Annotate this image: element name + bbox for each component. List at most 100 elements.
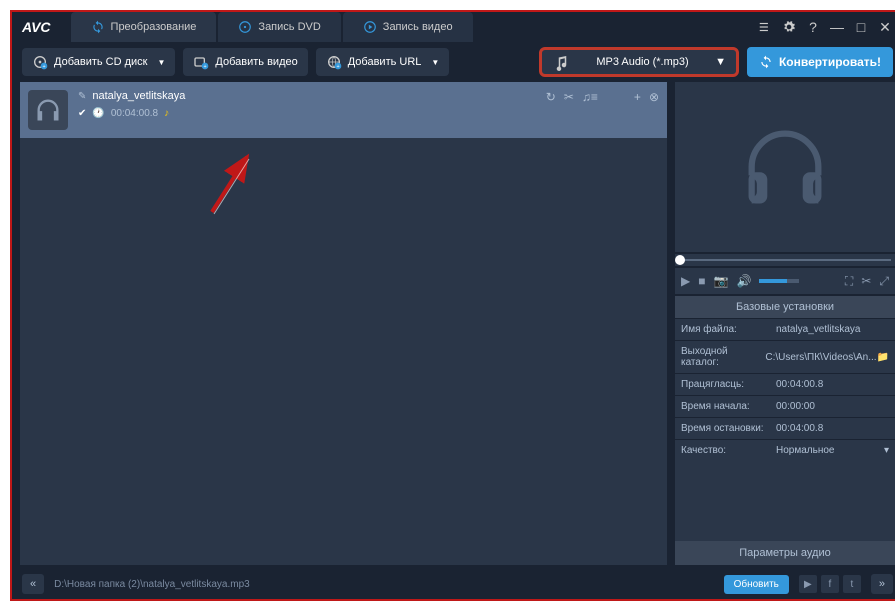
tab-dvd[interactable]: Запись DVD [218,12,340,42]
seek-slider[interactable] [675,254,895,266]
audio-params-button[interactable]: Параметры аудио [675,541,895,565]
window-controls: ? — □ ✕ [757,19,893,35]
file-actions: ↻ ✂ ♫≡ + ⊗ [546,90,659,104]
clock-icon: 🕐 [92,108,104,119]
playlist-icon[interactable]: ♫≡ [582,90,598,104]
format-dropdown[interactable]: MP3 Audio (*.mp3) ▼ [539,47,739,77]
add-url-button[interactable]: + Добавить URL ▼ [316,48,450,76]
output-label: Выходной каталог: [675,341,759,373]
cut-icon[interactable]: ✂ [564,90,574,104]
list-icon[interactable] [757,19,773,35]
expand-button[interactable]: ⛶ [845,274,853,289]
add-cd-button[interactable]: + Добавить CD диск ▼ [22,48,175,76]
chevron-down-icon: ▼ [158,58,166,67]
stop-label: Время остановки: [675,418,770,439]
app-logo: AVC [22,19,51,35]
add-url-label: Добавить URL [348,56,422,68]
add-video-label: Добавить видео [215,56,297,68]
settings-row-start: Время начала: 00:00:00 [675,395,895,417]
statusbar: « D:\Новая папка (2)\natalya_vetlitskaya… [12,569,895,599]
play-button[interactable]: ▶ [681,274,690,288]
globe-plus-icon: + [326,54,342,70]
dvd-icon [238,20,252,34]
convert-icon [91,20,105,34]
note-icon: ♪ [164,108,169,119]
video-plus-icon: + [193,54,209,70]
settings-row-filename: Имя файла: natalya_vetlitskaya [675,318,895,340]
add-video-button[interactable]: + Добавить видео [183,48,307,76]
convert-button[interactable]: Конвертировать! [747,47,893,77]
stop-button[interactable]: ■ [698,274,705,288]
start-value[interactable]: 00:00:00 [770,396,895,417]
settings-row-quality: Качество: Нормальное▾ [675,439,895,461]
tab-video-label: Запись видео [383,21,453,33]
convert-label: Конвертировать! [779,55,881,69]
media-controls: ▶ ■ 📷 🔊 ⛶ ✂ ⤢ [675,268,895,294]
tab-convert[interactable]: Преобразование [71,12,217,42]
remove-icon[interactable]: ⊗ [649,90,659,104]
status-path: D:\Новая папка (2)\natalya_vetlitskaya.m… [54,579,713,590]
main-area: ✎ natalya_vetlitskaya ✔ 🕐 00:04:00.8 ♪ ↻… [12,82,895,569]
filename-label: Имя файла: [675,319,770,340]
snapshot-button[interactable]: 📷 [713,274,728,288]
file-thumbnail [28,90,68,130]
quality-dropdown[interactable]: Нормальное▾ [770,440,895,461]
file-item[interactable]: ✎ natalya_vetlitskaya ✔ 🕐 00:04:00.8 ♪ ↻… [20,82,667,138]
file-info: ✎ natalya_vetlitskaya ✔ 🕐 00:04:00.8 ♪ [78,90,536,119]
music-note-icon [552,53,570,71]
cd-plus-icon: + [32,54,48,70]
chevron-down-icon: ▾ [884,445,889,456]
refresh-icon[interactable]: ↻ [546,90,556,104]
tab-video[interactable]: Запись видео [343,12,473,42]
maximize-button[interactable]: □ [853,19,869,35]
settings-row-stop: Время остановки: 00:04:00.8 [675,417,895,439]
add-cd-label: Добавить CD диск [54,56,148,68]
preview-area [675,82,895,252]
file-list-panel: ✎ natalya_vetlitskaya ✔ 🕐 00:04:00.8 ♪ ↻… [20,82,667,565]
fullscreen-button[interactable]: ⤢ [879,274,889,289]
filename-value[interactable]: natalya_vetlitskaya [770,319,895,340]
stop-value[interactable]: 00:04:00.8 [770,418,895,439]
headphones-icon [735,117,835,217]
settings-grid: Имя файла: natalya_vetlitskaya Выходной … [675,318,895,461]
collapse-button[interactable]: « [22,574,44,594]
cut-button[interactable]: ✂ [861,274,871,288]
svg-text:+: + [204,64,207,70]
file-name: natalya_vetlitskaya [92,90,185,102]
youtube-icon[interactable]: ▶ [799,575,817,593]
svg-text:+: + [42,64,45,70]
twitter-icon[interactable]: t [843,575,861,593]
settings-header: Базовые установки [675,296,895,318]
tab-convert-label: Преобразование [111,21,197,33]
folder-icon[interactable]: 📁 [877,352,889,363]
pencil-icon[interactable]: ✎ [78,91,86,102]
settings-row-output: Выходной каталог: C:\Users\ПК\Videos\An.… [675,340,895,373]
start-label: Время начала: [675,396,770,417]
quality-label: Качество: [675,440,770,461]
minimize-button[interactable]: — [829,19,845,35]
record-icon [363,20,377,34]
refresh-icon [759,55,773,69]
right-panel: ▶ ■ 📷 🔊 ⛶ ✂ ⤢ Базовые установки Имя файл… [675,82,895,565]
facebook-icon[interactable]: f [821,575,839,593]
format-label: MP3 Audio (*.mp3) [580,56,705,68]
settings-row-duration: Працягласць: 00:04:00.8 [675,373,895,395]
app-window: AVC Преобразование Запись DVD Запись вид… [10,10,895,601]
duration-label: Працягласць: [675,374,770,395]
duration-value: 00:04:00.8 [770,374,895,395]
close-button[interactable]: ✕ [877,19,893,35]
expand-button[interactable]: » [871,574,893,594]
volume-icon[interactable]: 🔊 [736,274,751,288]
add-icon[interactable]: + [634,90,641,104]
check-icon[interactable]: ✔ [78,108,86,119]
output-value[interactable]: C:\Users\ПК\Videos\An...📁 [759,341,895,373]
svg-text:+: + [336,64,339,70]
volume-slider[interactable] [759,279,799,283]
tab-dvd-label: Запись DVD [258,21,320,33]
settings-icon[interactable] [781,19,797,35]
help-icon[interactable]: ? [805,19,821,35]
main-tabs: Преобразование Запись DVD Запись видео [71,12,757,42]
social-icons: ▶ f t [799,575,861,593]
headphones-icon [34,96,62,124]
file-duration: 00:04:00.8 [111,108,158,119]
